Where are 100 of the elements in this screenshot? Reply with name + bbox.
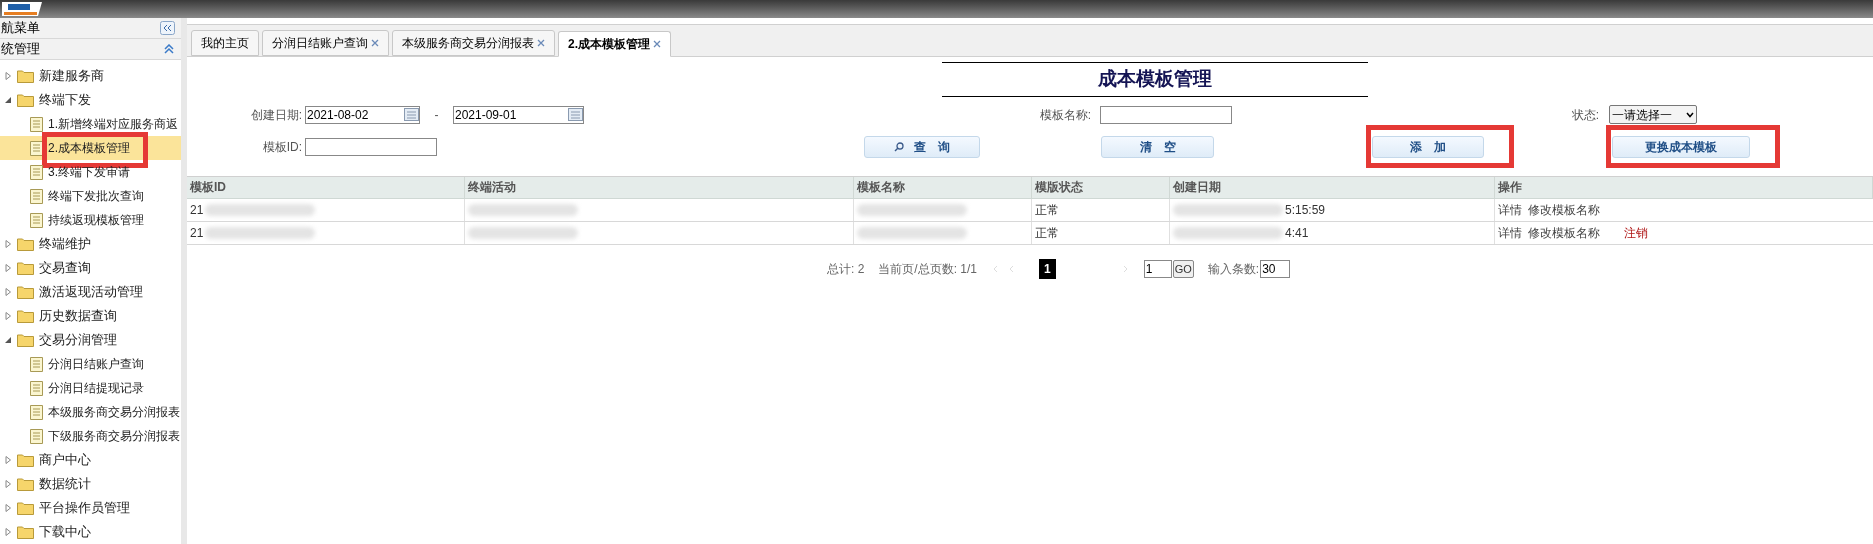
folder-item[interactable]: 激活返现活动管理	[0, 280, 181, 304]
expand-icon[interactable]	[4, 528, 12, 536]
status-select[interactable]: 一请选择一	[1609, 105, 1697, 124]
close-icon[interactable]	[537, 39, 545, 47]
column-header: 模板ID	[187, 176, 465, 198]
page-count: 当前页/总页数: 1/1	[878, 260, 978, 278]
close-icon[interactable]	[371, 39, 379, 47]
logo-icon	[2, 2, 42, 16]
action-link[interactable]: 详情	[1498, 223, 1522, 242]
expand-icon[interactable]	[4, 504, 12, 512]
folder-icon	[17, 69, 34, 83]
action-link[interactable]: 修改模板名称	[1528, 200, 1600, 219]
calendar-icon[interactable]	[568, 108, 583, 121]
folder-item[interactable]: 新建服务商	[0, 64, 181, 88]
action-link[interactable]: 修改模板名称	[1528, 223, 1600, 242]
field-label: 模板ID:	[261, 138, 303, 156]
document-icon	[30, 188, 43, 204]
folder-item[interactable]: 下载中心	[0, 520, 181, 544]
document-icon	[30, 164, 43, 180]
folder-icon	[17, 93, 34, 107]
chevron-up-icon	[163, 43, 175, 54]
page-size-input[interactable]: 30	[1260, 259, 1291, 278]
folder-item[interactable]: 终端维护	[0, 232, 181, 256]
field-label: 创建日期:	[249, 106, 303, 124]
document-icon	[30, 212, 43, 228]
close-icon[interactable]	[653, 40, 661, 48]
menu-item[interactable]: 持续返现模板管理	[0, 208, 181, 232]
folder-icon	[17, 309, 34, 323]
menu-item[interactable]: 3.终端下发审请	[0, 160, 181, 184]
table-cell: 4:41	[1170, 221, 1495, 244]
folder-item[interactable]: 历史数据查询	[0, 304, 181, 328]
column-header: 创建日期	[1170, 176, 1495, 198]
current-page[interactable]: 1	[1039, 258, 1056, 279]
tab[interactable]: 分润日结账户查询	[262, 30, 389, 56]
column-header: 模版状态	[1032, 176, 1170, 198]
search-icon	[894, 141, 904, 152]
page-size-label: 输入条数:	[1207, 260, 1260, 278]
folder-icon	[17, 333, 34, 347]
date-field[interactable]: 2021-09-01	[453, 105, 584, 124]
tab[interactable]: 本级服务商交易分润报表	[392, 30, 555, 56]
action-button[interactable]: 清 空	[1101, 135, 1214, 158]
expand-icon[interactable]	[4, 264, 12, 272]
folder-icon	[17, 525, 34, 539]
expand-icon[interactable]	[4, 312, 12, 320]
collapse-sidebar-icon[interactable]	[160, 20, 175, 35]
name-field[interactable]	[1100, 105, 1232, 124]
page-input[interactable]: 1	[1143, 259, 1172, 278]
menu-item[interactable]: 2.成本模板管理	[0, 136, 181, 160]
folder-icon	[17, 285, 34, 299]
action-button[interactable]: 添 加	[1372, 135, 1484, 158]
page-title: 成本模板管理	[1098, 67, 1212, 91]
folder-item[interactable]: 平台操作员管理	[0, 496, 181, 520]
document-icon	[30, 404, 43, 420]
field-label: 状态:	[1570, 106, 1600, 124]
expand-icon[interactable]	[4, 240, 12, 248]
tab[interactable]: 2.成本模板管理	[558, 31, 671, 57]
expand-icon[interactable]	[4, 288, 12, 296]
search-button[interactable]: 查 询	[864, 135, 980, 158]
section-header[interactable]: 统管理	[0, 38, 181, 60]
folder-item[interactable]: 数据统计	[0, 472, 181, 496]
calendar-icon[interactable]	[404, 108, 419, 121]
document-icon	[30, 380, 43, 396]
table-cell: 21	[187, 198, 465, 221]
folder-icon	[17, 501, 34, 515]
folder-icon	[17, 237, 34, 251]
collapse-icon[interactable]	[4, 336, 12, 344]
action-button[interactable]: 更换成本模板	[1612, 135, 1750, 158]
document-icon	[30, 428, 43, 444]
menu-item[interactable]: 下级服务商交易分润报表	[0, 424, 181, 448]
document-icon	[30, 116, 43, 132]
column-header: 操作	[1495, 176, 1873, 198]
folder-item[interactable]: 商户中心	[0, 448, 181, 472]
collapse-icon[interactable]	[4, 96, 12, 104]
expand-icon[interactable]	[4, 456, 12, 464]
date-field[interactable]: 2021-08-02	[305, 105, 420, 124]
menu-item[interactable]: 1.新增终端对应服务商返	[0, 112, 181, 136]
sidebar-title: 航菜单	[0, 19, 40, 37]
column-header: 终端活动	[465, 176, 854, 198]
table-cell: 正常	[1032, 221, 1170, 244]
menu-item[interactable]: 分润日结提现记录	[0, 376, 181, 400]
folder-item[interactable]: 交易查询	[0, 256, 181, 280]
action-link[interactable]: 详情	[1498, 200, 1522, 219]
document-icon	[30, 356, 43, 372]
expand-icon[interactable]	[4, 480, 12, 488]
go-button[interactable]: GO	[1172, 259, 1194, 278]
folder-icon	[17, 477, 34, 491]
folder-item[interactable]: 交易分润管理	[0, 328, 181, 352]
menu-item[interactable]: 分润日结账户查询	[0, 352, 181, 376]
tab[interactable]: 我的主页	[191, 30, 259, 56]
table-cell: 正常	[1032, 198, 1170, 221]
table-cell: 21	[187, 221, 465, 244]
menu-item[interactable]: 本级服务商交易分润报表	[0, 400, 181, 424]
menu-item[interactable]: 终端下发批次查询	[0, 184, 181, 208]
expand-icon[interactable]	[4, 72, 12, 80]
template-id-field[interactable]	[305, 137, 437, 156]
folder-item[interactable]: 终端下发	[0, 88, 181, 112]
caret-icon	[1686, 111, 1694, 118]
action-link[interactable]: 注销	[1624, 223, 1648, 242]
column-header: 模板名称	[854, 176, 1032, 198]
field-label: 模板名称:	[1038, 106, 1092, 124]
